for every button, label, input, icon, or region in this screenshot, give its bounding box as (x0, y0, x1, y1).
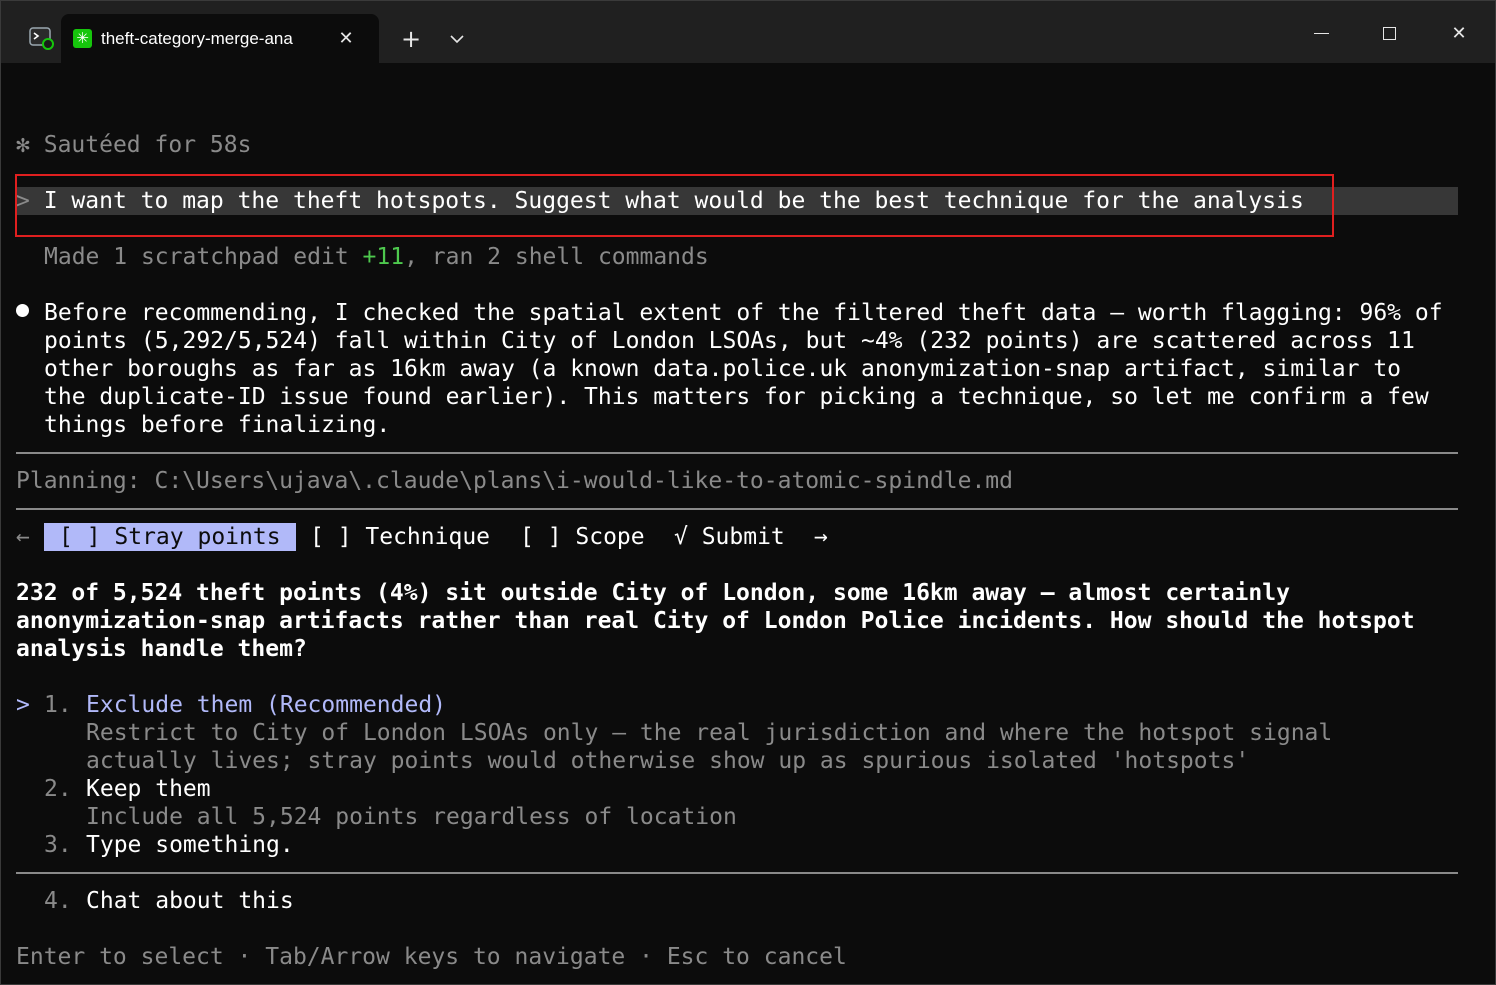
lines-added: +11 (362, 244, 405, 270)
option-pointer: > (16, 692, 30, 718)
spinner-icon: ✻ (16, 132, 30, 158)
option-exclude-them[interactable]: Exclude them (Recommended) (86, 691, 446, 719)
question-tab-scope[interactable]: [ ] Scope (520, 523, 645, 551)
maximize-button[interactable] (1367, 11, 1413, 57)
message-line: things before finalizing. (44, 412, 391, 438)
edits-label: scratchpad edit (127, 244, 363, 270)
chevron-down-icon[interactable] (443, 25, 471, 53)
question-tab-stray-points[interactable]: [ ] Stray points (44, 523, 296, 551)
new-tab-button[interactable]: + (397, 25, 425, 53)
planning-path: Planning: C:\Users\ujava\.claude\plans\i… (16, 468, 1013, 494)
terminal-output[interactable]: ✻ Sautéed for 58s > I want to map the th… (1, 63, 1495, 984)
message-line: the duplicate-ID issue found earlier). T… (44, 384, 1429, 410)
message-line: points (5,292/5,524) fall within City of… (44, 328, 1415, 354)
prompt-highlight-box (15, 174, 1334, 237)
option-type-something[interactable]: Type something. (86, 831, 294, 859)
option-description: Restrict to City of London LSOAs only — … (86, 720, 1333, 746)
terminal-app-icon[interactable] (29, 26, 55, 50)
close-window-button[interactable]: ✕ (1436, 11, 1482, 57)
question-tab-technique[interactable]: [ ] Technique (310, 523, 490, 551)
commands-label: shell commands (501, 244, 709, 270)
divider (16, 508, 1458, 510)
option-number: 2. (44, 776, 72, 802)
question-text: anonymization-snap artifacts rather than… (16, 608, 1415, 634)
option-number: 4. (44, 888, 72, 914)
action-summary: Made 1 scratchpad edit +11, ran 2 shell … (44, 243, 709, 271)
tab-active[interactable]: ✳ theft-category-merge-ana ✕ (61, 14, 379, 63)
minimize-icon (1314, 33, 1329, 34)
status-line: ✻ Sautéed for 58s (16, 131, 251, 159)
message-line: other boroughs as far as 16km away (a kn… (44, 356, 1402, 382)
summary-mid: , ran (404, 244, 488, 270)
title-bar: ✳ theft-category-merge-ana ✕ + ✕ (1, 1, 1495, 63)
status-text: Sautéed for 58s (43, 132, 252, 158)
terminal-window: ✳ theft-category-merge-ana ✕ + ✕ ✻ Sauté… (0, 0, 1496, 985)
option-keep-them[interactable]: Keep them (86, 775, 211, 803)
option-number: 3. (44, 832, 72, 858)
question-tab-label: [ ] Stray points (59, 524, 281, 550)
commands-count: 2 (487, 244, 502, 270)
divider (16, 452, 1458, 454)
option-description: actually lives; stray points would other… (86, 748, 1250, 774)
claude-asterisk-icon: ✳ (73, 29, 92, 48)
footer-hint: Enter to select · Tab/Arrow keys to navi… (16, 944, 847, 970)
summary-prefix: Made (44, 244, 114, 270)
question-text: 232 of 5,524 theft points (4%) sit outsi… (16, 580, 1290, 606)
maximize-icon (1383, 27, 1396, 40)
option-chat-about-this[interactable]: Chat about this (86, 887, 294, 915)
right-arrow-icon[interactable]: → (814, 523, 828, 551)
message-line: Before recommending, I checked the spati… (44, 300, 1443, 326)
left-arrow-icon[interactable]: ← (16, 523, 30, 551)
question-text: analysis handle them? (16, 636, 307, 662)
minimize-button[interactable] (1298, 11, 1344, 57)
tab-close-icon[interactable]: ✕ (333, 26, 359, 52)
edits-count: 1 (113, 244, 128, 270)
divider (16, 872, 1458, 874)
option-number: 1. (44, 692, 72, 718)
question-tab-submit[interactable]: √ Submit (674, 523, 785, 551)
tab-title: theft-category-merge-ana (101, 29, 293, 48)
message-bullet-icon (16, 304, 29, 317)
option-description: Include all 5,524 points regardless of l… (86, 804, 737, 830)
